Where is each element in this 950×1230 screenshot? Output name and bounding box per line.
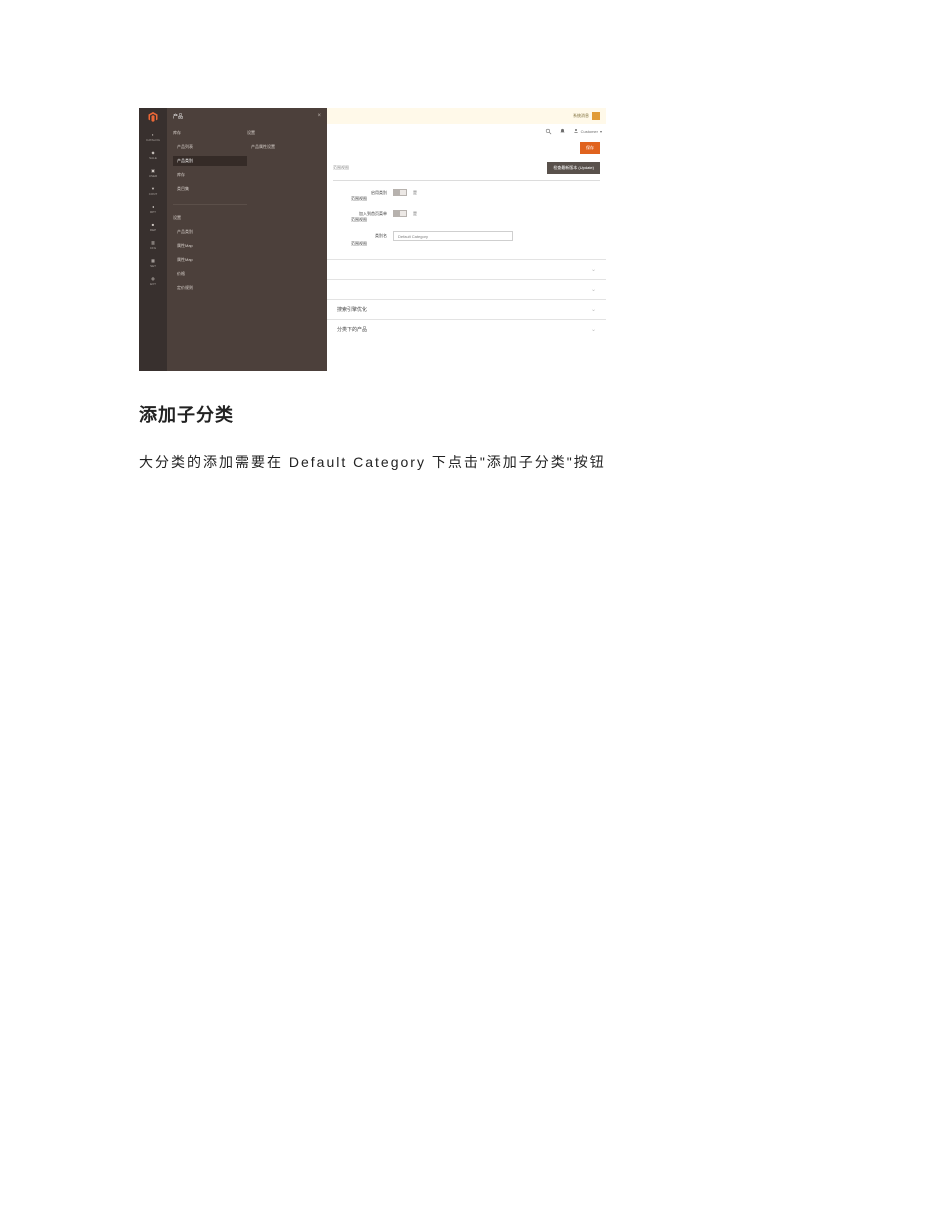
flyout-item-attrset[interactable]: 类目集	[173, 184, 247, 194]
article-heading: 添加子分类	[139, 401, 811, 427]
chart-icon: ▥	[149, 238, 157, 246]
category-form: 启用类别 是 范围视图 加入到首页菜单 是 范围视图	[327, 183, 606, 253]
category-name-scope: 范围视图	[351, 241, 596, 247]
rail-item-stores[interactable]: ▦SET	[144, 256, 162, 268]
category-name-label: 类别名	[351, 233, 387, 239]
gauge-icon: ◐	[149, 130, 157, 138]
content-area: 系统消息 Customer ▾ 保存 范围视图	[327, 108, 606, 371]
flyout-item-products[interactable]: 产品列表	[173, 142, 247, 152]
admin-rail: ◐CATALOG ◆SALE ▣USER ▼CONT ◂RPT ■REP ▥CF…	[139, 108, 167, 371]
user-icon: ▼	[149, 184, 157, 192]
flyout-item-g2-3[interactable]: 价格	[173, 269, 247, 279]
flyout-item-g2-2[interactable]: 属性Map	[173, 255, 247, 265]
save-button[interactable]: 保存	[580, 142, 600, 154]
box-icon: ▣	[149, 166, 157, 174]
flyout-title: 产品	[173, 113, 183, 120]
category-accordion: ⌄ ⌄ 搜索引擎优化 ⌄ 分类下的产品 ⌄	[327, 259, 606, 339]
user-icon	[573, 128, 579, 134]
rail-item-dashboard[interactable]: ◐CATALOG	[144, 130, 162, 142]
accordion-row-products[interactable]: 分类下的产品 ⌄	[327, 319, 606, 339]
magento-logo-icon	[146, 110, 160, 124]
tag-icon: ◆	[149, 148, 157, 156]
article-paragraph: 大分类的添加需要在 Default Category 下点击"添加子分类"按钮	[139, 451, 811, 473]
accordion-row-content[interactable]: ⌄	[327, 259, 606, 279]
scope-label: 范围视图	[333, 165, 349, 171]
include-in-menu-toggle[interactable]	[393, 210, 407, 217]
enable-category-toggle[interactable]	[393, 189, 407, 196]
search-icon[interactable]	[545, 127, 553, 135]
enable-category-value: 是	[413, 190, 417, 196]
accordion-row-display[interactable]: ⌄	[327, 279, 606, 299]
system-message-bar: 系统消息	[327, 108, 606, 124]
enable-category-scope: 范围视图	[351, 196, 596, 202]
flyout-item-stock[interactable]: 库存	[173, 170, 247, 180]
chevron-down-icon: ⌄	[591, 326, 596, 333]
rail-item-content[interactable]: ■REP	[144, 220, 162, 232]
warning-badge-icon	[592, 112, 600, 120]
megaphone-icon: ◂	[149, 202, 157, 210]
close-icon[interactable]: ×	[317, 113, 321, 119]
chevron-down-icon: ⌄	[591, 306, 596, 313]
check-updates-button[interactable]: 检查最新版本 (Update)	[547, 162, 600, 174]
flyout-item-categories[interactable]: 产品类别	[173, 156, 247, 166]
gear-icon: ◍	[149, 274, 157, 282]
notif-text: 系统消息	[573, 113, 589, 119]
flyout-item-g2-1[interactable]: 属性Map	[173, 241, 247, 251]
admin-screenshot: ◐CATALOG ◆SALE ▣USER ▼CONT ◂RPT ■REP ▥CF…	[139, 108, 606, 371]
enable-category-label: 启用类别	[351, 190, 387, 196]
include-in-menu-label: 加入到首页菜单	[351, 211, 387, 217]
rail-item-sales[interactable]: ◆SALE	[144, 148, 162, 160]
rail-item-customers[interactable]: ▼CONT	[144, 184, 162, 196]
flyout-item-g2-4[interactable]: 定价规则	[173, 283, 247, 293]
page-icon: ■	[149, 220, 157, 228]
flyout-section-settings2: 设置	[173, 215, 247, 221]
chevron-down-icon: ▾	[600, 129, 602, 134]
flyout-section-inventory: 库存	[173, 130, 247, 136]
chevron-down-icon: ⌄	[591, 286, 596, 293]
flyout-section-settings: 设置	[247, 130, 321, 136]
rail-item-system[interactable]: ◍EXT	[144, 274, 162, 286]
catalog-flyout: 产品 × 库存 产品列表 产品类别 库存 类目集 设置 产品类别 属性Map 属…	[167, 108, 327, 371]
rail-item-catalog[interactable]: ▣USER	[144, 166, 162, 178]
flyout-item-g2-0[interactable]: 产品类别	[173, 227, 247, 237]
store-icon: ▦	[149, 256, 157, 264]
bell-icon[interactable]	[559, 127, 567, 135]
include-in-menu-scope: 范围视图	[351, 217, 596, 223]
category-name-input[interactable]: Default Category	[393, 231, 513, 241]
include-in-menu-value: 是	[413, 211, 417, 217]
rail-item-reports[interactable]: ▥CFG	[144, 238, 162, 250]
admin-user-menu[interactable]: Customer ▾	[573, 128, 602, 134]
accordion-row-seo[interactable]: 搜索引擎优化 ⌄	[327, 299, 606, 319]
admin-toolbar: Customer ▾	[327, 124, 606, 138]
chevron-down-icon: ⌄	[591, 266, 596, 273]
rail-item-marketing[interactable]: ◂RPT	[144, 202, 162, 214]
flyout-item-attrsettings[interactable]: 产品属性设置	[247, 142, 321, 152]
